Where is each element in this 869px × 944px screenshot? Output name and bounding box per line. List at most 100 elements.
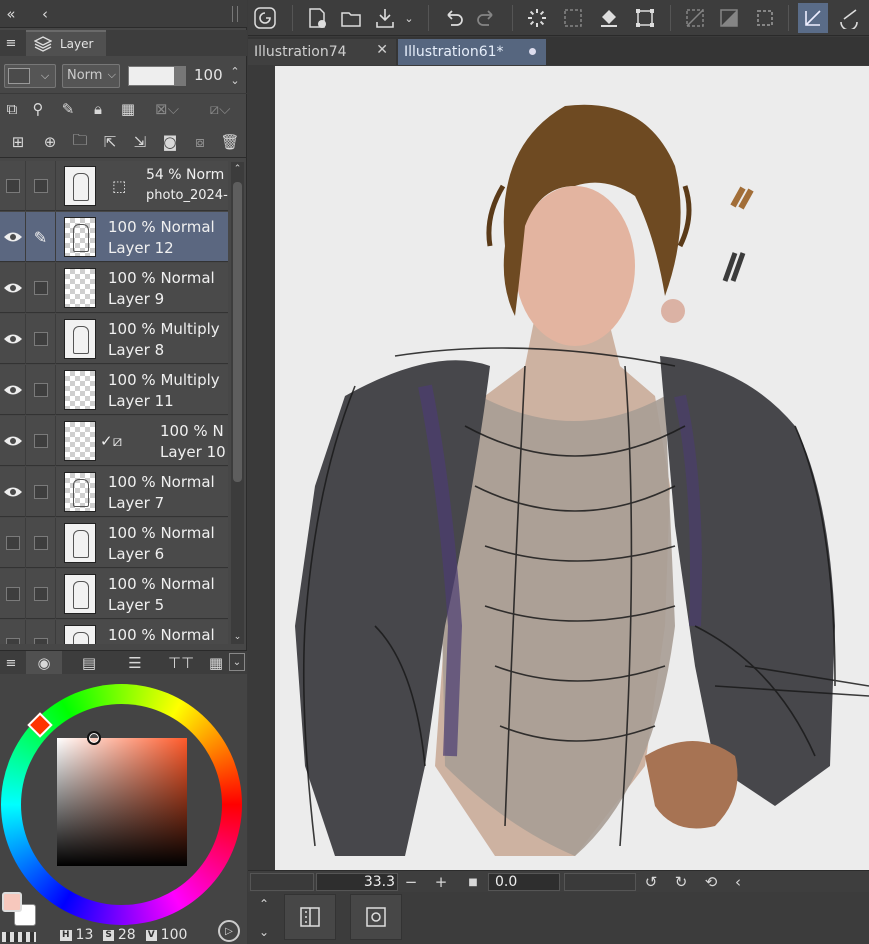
- collapse-panel-icon[interactable]: «: [2, 4, 20, 24]
- opacity-value[interactable]: 100: [194, 66, 223, 84]
- trash-icon[interactable]: 🗑︎: [218, 130, 242, 154]
- save-icon[interactable]: [370, 3, 400, 33]
- edit-target-toggle[interactable]: [26, 161, 56, 211]
- new-folder-icon[interactable]: 🗀︎: [68, 130, 92, 154]
- edit-target-toggle[interactable]: [26, 365, 56, 415]
- edit-target-toggle[interactable]: ✎: [26, 212, 56, 262]
- chevron-down-icon[interactable]: ⌄: [254, 922, 274, 942]
- open-folder-icon[interactable]: [336, 3, 366, 33]
- layer-row[interactable]: 100 % Multiply Layer 8: [0, 314, 228, 364]
- blend-mode-dropdown[interactable]: Norm ⌵: [62, 64, 120, 88]
- tab-illustration74[interactable]: Illustration74 ✕: [248, 39, 396, 65]
- reference-layer-icon[interactable]: ⚲: [28, 98, 48, 120]
- snap-special-ruler-icon[interactable]: [834, 3, 864, 33]
- snap-ruler-icon[interactable]: [798, 3, 828, 33]
- tab-approximate-color[interactable]: ▦: [204, 651, 228, 675]
- visibility-toggle[interactable]: [0, 161, 26, 211]
- app-logo-icon[interactable]: [250, 3, 280, 33]
- scroll-thumb[interactable]: [233, 182, 242, 482]
- fill-bucket-icon[interactable]: [594, 3, 624, 33]
- canvas-artwork[interactable]: [275, 66, 869, 870]
- animation-cel-button[interactable]: [350, 894, 402, 940]
- layer-row[interactable]: 100 % Normal: [0, 620, 228, 644]
- new-raster-layer-icon[interactable]: ⊞: [6, 130, 30, 154]
- edit-target-toggle[interactable]: [26, 518, 56, 568]
- layer-row[interactable]: ✓⧄ 100 % N Layer 10: [0, 416, 228, 466]
- opacity-spinner[interactable]: ⌃ ⌄: [228, 66, 242, 86]
- close-icon[interactable]: ✕: [376, 42, 388, 58]
- expression-color-dropdown[interactable]: ⌵: [4, 64, 56, 88]
- layer-scrollbar[interactable]: ⌃ ⌄: [231, 162, 244, 644]
- transform-icon[interactable]: [630, 3, 660, 33]
- rotation-slider[interactable]: [564, 873, 636, 891]
- tab-color-wheel[interactable]: ◉: [26, 651, 62, 675]
- menu-icon[interactable]: ≡: [2, 654, 20, 672]
- opacity-slider[interactable]: [128, 66, 186, 86]
- apply-mask-icon[interactable]: ⧇: [188, 130, 212, 154]
- show-selection-icon[interactable]: [750, 3, 780, 33]
- chevron-left-icon[interactable]: ‹: [730, 873, 746, 891]
- visibility-toggle[interactable]: [0, 620, 26, 644]
- tab-color-set[interactable]: ☰: [114, 651, 156, 675]
- layer-row[interactable]: 100 % Normal Layer 7: [0, 467, 228, 517]
- tab-layer[interactable]: Layer: [26, 30, 106, 56]
- visibility-toggle[interactable]: [0, 212, 26, 262]
- redo-icon[interactable]: [472, 3, 502, 33]
- chevron-up-icon[interactable]: ⌃: [254, 894, 274, 914]
- loading-spinner-icon[interactable]: [522, 3, 552, 33]
- zoom-field[interactable]: 33.3: [316, 873, 398, 891]
- transparent-color-swatch[interactable]: [2, 932, 36, 942]
- visibility-toggle[interactable]: [0, 314, 26, 364]
- undo-icon[interactable]: [438, 3, 468, 33]
- visibility-toggle[interactable]: [0, 263, 26, 313]
- visibility-toggle[interactable]: [0, 467, 26, 517]
- menu-icon[interactable]: ≡: [2, 34, 20, 52]
- lock-icon[interactable]: 🔒︎: [88, 98, 108, 120]
- chevron-down-icon[interactable]: ⌄: [400, 3, 418, 33]
- scroll-down-icon[interactable]: ⌄: [231, 630, 244, 644]
- chevron-down-icon[interactable]: ⌄: [229, 653, 245, 671]
- rotate-left-icon[interactable]: ↺: [642, 873, 660, 891]
- layer-mask-icon[interactable]: ◙: [158, 130, 182, 154]
- panel-grip[interactable]: [232, 6, 238, 22]
- visibility-toggle[interactable]: [0, 365, 26, 415]
- main-color-swatch[interactable]: [2, 892, 22, 912]
- layer-row[interactable]: 100 % Normal Layer 6: [0, 518, 228, 568]
- layer-row[interactable]: 100 % Normal Layer 9: [0, 263, 228, 313]
- rotate-right-icon[interactable]: ↻: [672, 873, 690, 891]
- layer-row[interactable]: 100 % Multiply Layer 11: [0, 365, 228, 415]
- invert-selection-icon[interactable]: [714, 3, 744, 33]
- edit-target-toggle[interactable]: [26, 314, 56, 364]
- fit-icon[interactable]: ■: [464, 873, 482, 891]
- edit-target-toggle[interactable]: [26, 467, 56, 517]
- sv-cursor[interactable]: [87, 731, 101, 745]
- zoom-out-icon[interactable]: −: [402, 873, 420, 891]
- reset-rotation-icon[interactable]: ⟲: [702, 873, 720, 891]
- play-icon[interactable]: ▷: [218, 920, 240, 942]
- layer-row[interactable]: ✎ 100 % Normal Layer 12: [0, 212, 228, 262]
- ruler-range-icon[interactable]: ⧄⌵: [200, 98, 240, 120]
- lock-transparency-icon[interactable]: ▦: [118, 98, 138, 120]
- tab-intermediate-color[interactable]: ⊤⊤: [160, 651, 202, 675]
- mask-enable-icon[interactable]: ⊠⌵: [150, 98, 184, 120]
- zoom-in-icon[interactable]: +: [432, 873, 450, 891]
- edit-target-toggle[interactable]: [26, 416, 56, 466]
- selection-clear-icon[interactable]: [558, 3, 588, 33]
- transfer-up-icon[interactable]: ⇱: [98, 130, 122, 154]
- rotation-field[interactable]: 0.0: [488, 873, 560, 891]
- timeline-button[interactable]: [284, 894, 336, 940]
- scroll-up-icon[interactable]: ⌃: [231, 162, 244, 176]
- clip-to-layer-icon[interactable]: ⧉: [2, 98, 22, 120]
- unsaved-dot-icon[interactable]: [529, 48, 536, 55]
- tab-color-slider[interactable]: ▤: [68, 651, 110, 675]
- layer-row[interactable]: 100 % Normal Layer 5: [0, 569, 228, 619]
- visibility-toggle[interactable]: [0, 416, 26, 466]
- new-canvas-icon[interactable]: [302, 3, 332, 33]
- edit-target-toggle[interactable]: [26, 620, 56, 644]
- saturation-value-square[interactable]: [57, 738, 187, 866]
- visibility-toggle[interactable]: [0, 518, 26, 568]
- new-vector-layer-icon[interactable]: ⊕: [38, 130, 62, 154]
- draft-layer-icon[interactable]: ✎: [58, 98, 78, 120]
- visibility-toggle[interactable]: [0, 569, 26, 619]
- edit-target-toggle[interactable]: [26, 569, 56, 619]
